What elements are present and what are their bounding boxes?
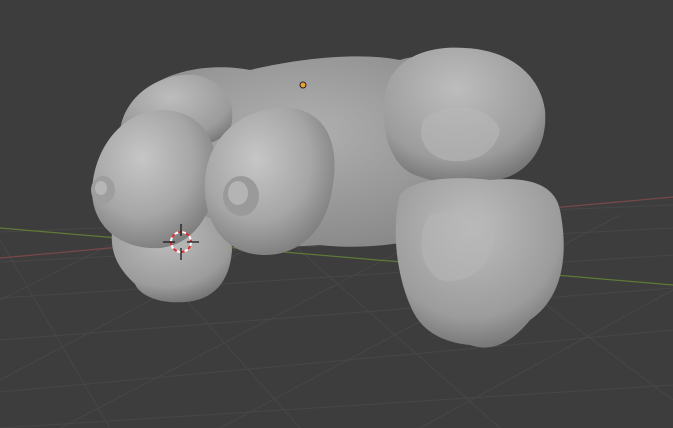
3d-viewport[interactable] (0, 0, 673, 428)
sculpt-mesh[interactable] (91, 47, 564, 348)
object-origin-dot[interactable] (299, 81, 307, 89)
